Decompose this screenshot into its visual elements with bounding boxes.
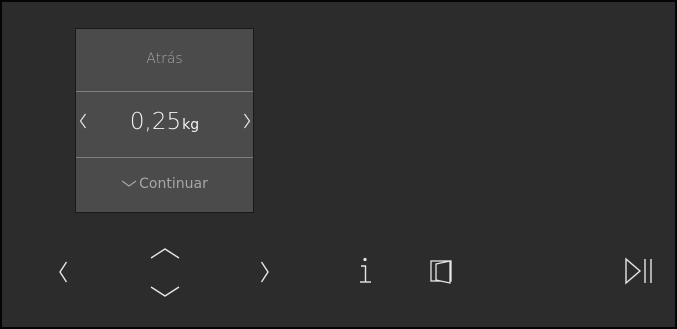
chevron-up-icon [150, 246, 180, 260]
back-menu-item[interactable]: Atrás [76, 29, 253, 91]
chevron-right-icon[interactable] [243, 113, 251, 129]
nav-down-button[interactable] [150, 285, 180, 299]
chevron-down-icon [150, 285, 180, 299]
chevron-left-icon [58, 261, 68, 283]
nav-up-button[interactable] [150, 246, 180, 260]
door-icon [430, 259, 456, 285]
nav-right-button[interactable] [260, 261, 270, 283]
oven-display: Atrás 0,25kg Continuar [2, 2, 675, 327]
weight-value: 0,25kg [76, 109, 253, 135]
weight-value-selector[interactable]: 0,25kg [76, 92, 253, 157]
nav-left-button[interactable] [58, 261, 68, 283]
back-label: Atrás [146, 51, 183, 67]
play-pause-icon [624, 257, 654, 285]
weight-number: 0,25 [129, 109, 182, 135]
info-button[interactable] [358, 257, 372, 285]
start-pause-button[interactable] [624, 257, 654, 285]
chevron-down-icon [121, 179, 137, 189]
weight-unit: kg [182, 117, 200, 133]
continue-label: Continuar [139, 176, 208, 192]
continue-menu-item[interactable]: Continuar [76, 158, 253, 212]
info-icon [358, 257, 372, 285]
weight-menu-panel: Atrás 0,25kg Continuar [76, 29, 253, 212]
door-button[interactable] [430, 259, 456, 285]
chevron-right-icon [260, 261, 270, 283]
